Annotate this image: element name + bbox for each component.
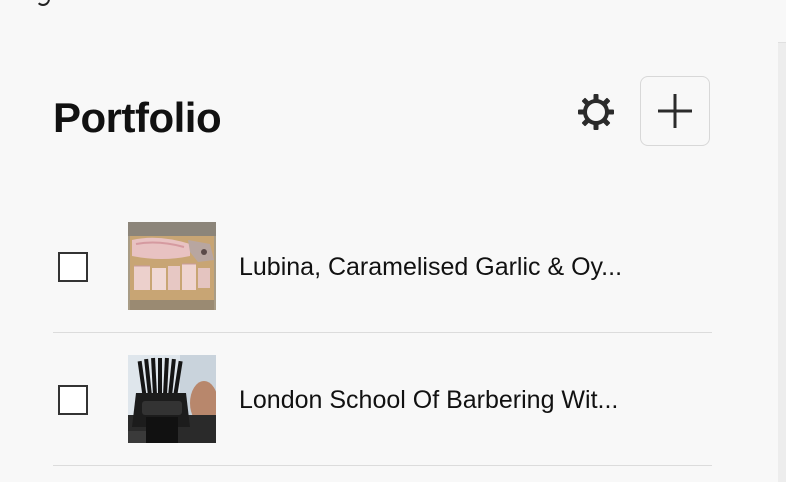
barber-comb-image (128, 355, 216, 443)
plus-icon (658, 94, 692, 128)
item-title[interactable]: London School Of Barbering Wit... (239, 384, 699, 416)
settings-button[interactable] (574, 90, 618, 134)
portfolio-panel: Portfolio Lubina, Caramelised Garlic & O… (0, 0, 778, 482)
gear-icon (578, 94, 614, 130)
right-edge-header (778, 0, 786, 43)
list-item[interactable]: London School Of Barbering Wit... (53, 333, 712, 466)
item-checkbox[interactable] (58, 252, 88, 282)
list-item[interactable]: Lubina, Caramelised Garlic & Oy... (53, 200, 712, 333)
item-checkbox[interactable] (58, 385, 88, 415)
page-title: Portfolio (53, 94, 222, 141)
right-scroll-edge (778, 0, 786, 482)
add-item-button[interactable] (640, 76, 710, 146)
item-title[interactable]: Lubina, Caramelised Garlic & Oy... (239, 251, 699, 283)
partial-search-icon (36, 0, 50, 6)
fish-fillet-image (128, 222, 216, 310)
portfolio-list: Lubina, Caramelised Garlic & Oy... Londo… (53, 200, 712, 466)
